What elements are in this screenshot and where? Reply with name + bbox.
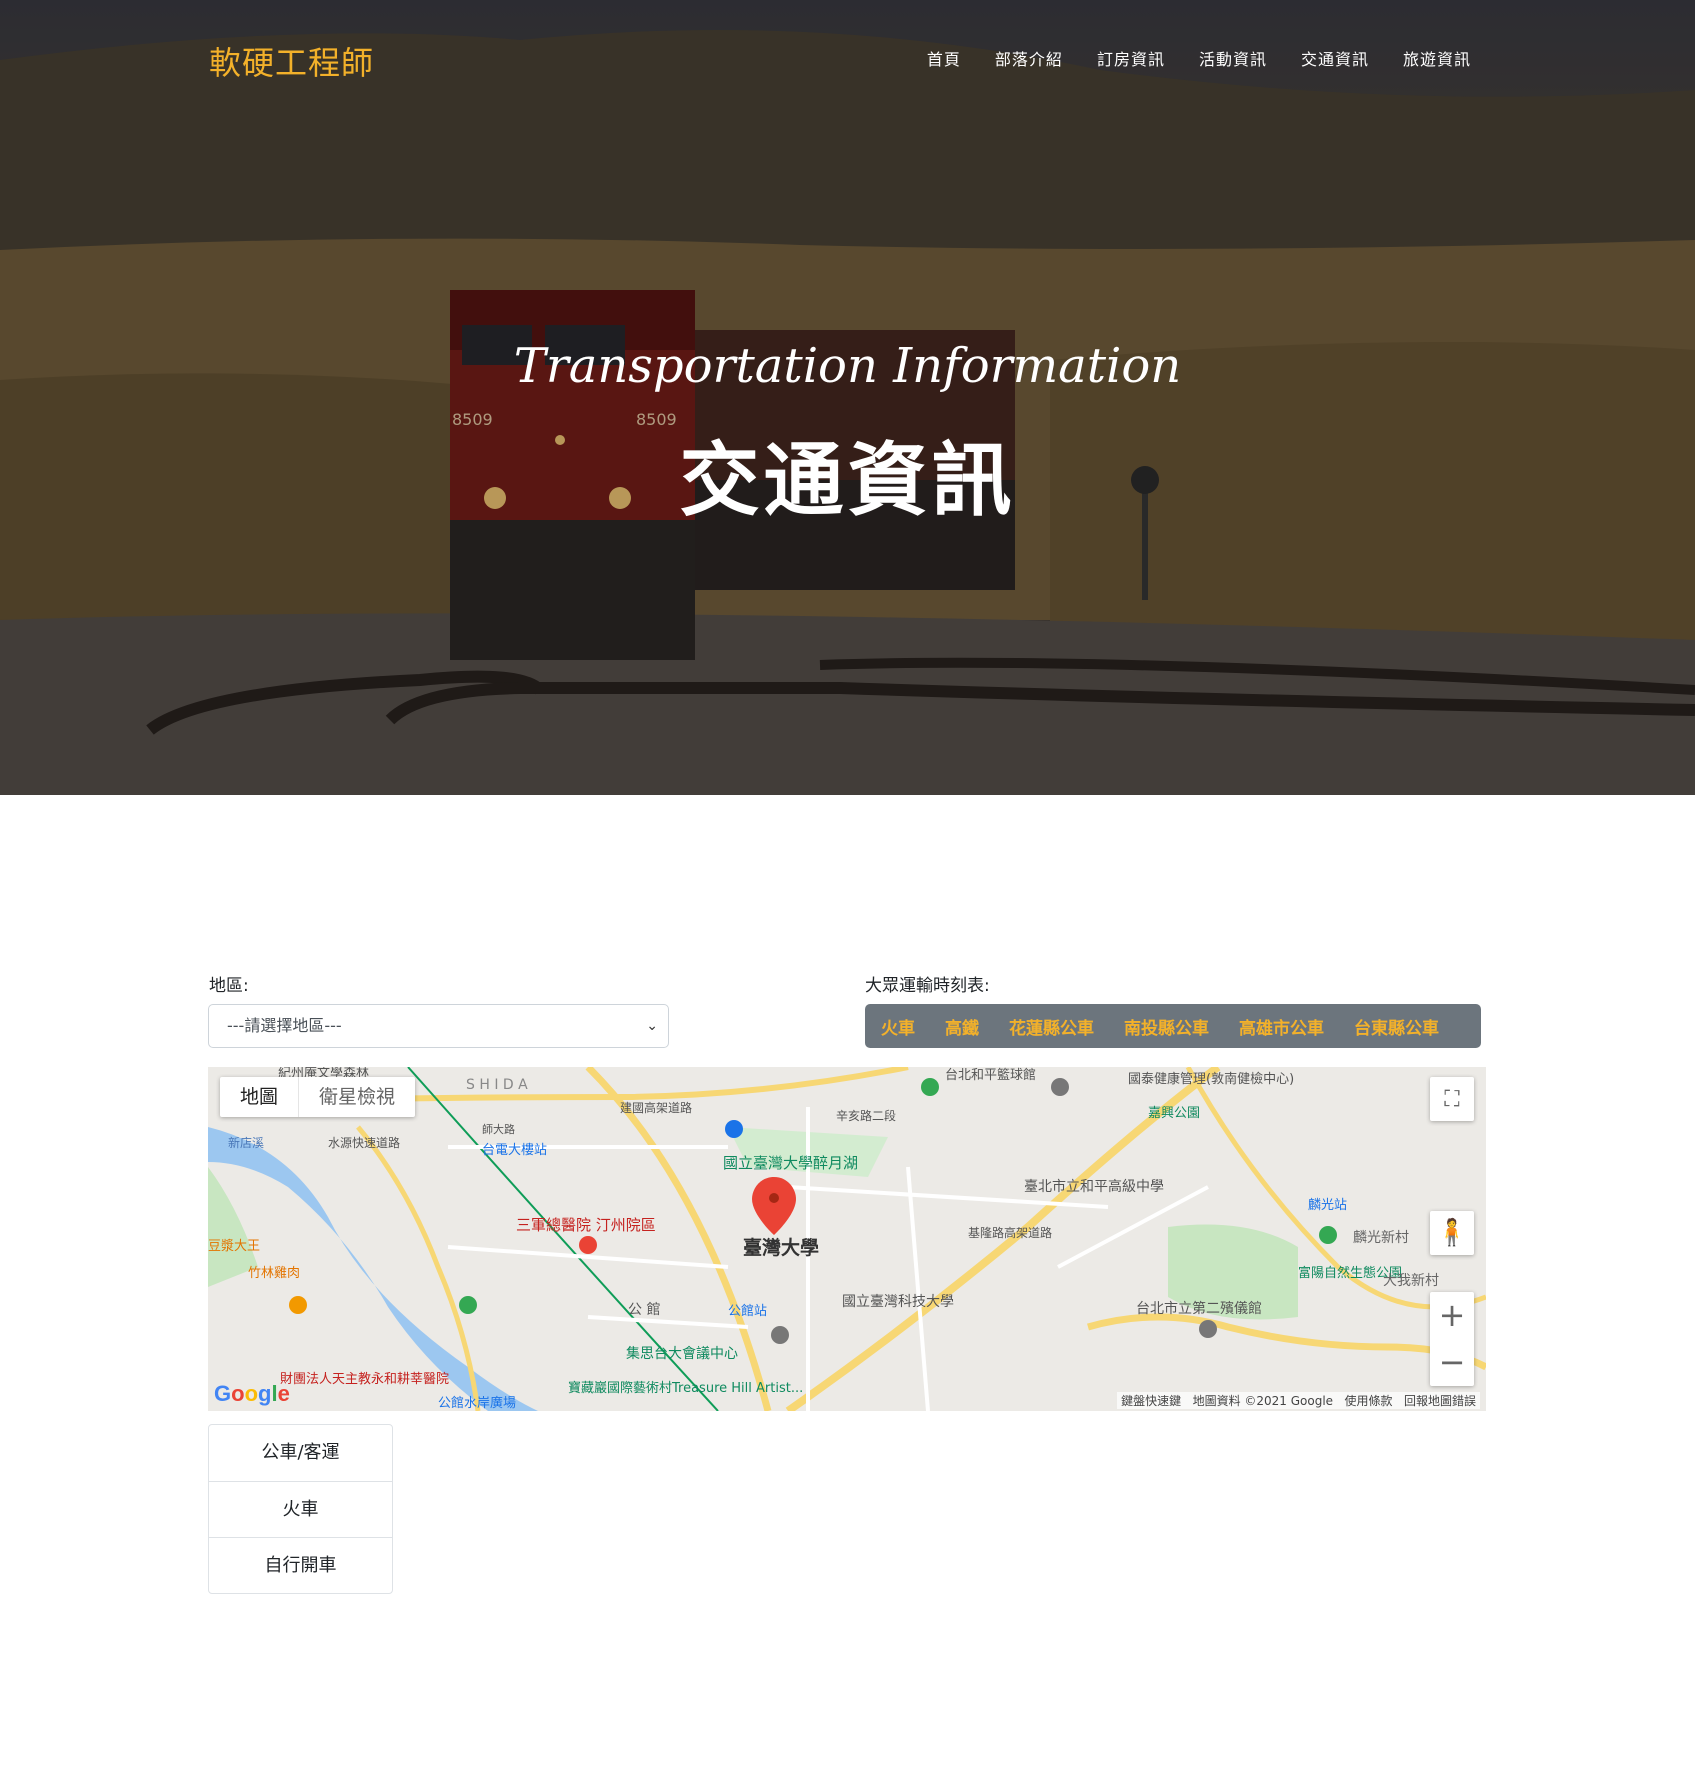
svg-text:大我新村: 大我新村 [1383,1273,1439,1289]
svg-text:寶藏巖國際藝術村Treasure Hill Artist..: 寶藏巖國際藝術村Treasure Hill Artist... [568,1380,803,1396]
google-logo[interactable]: Google [214,1381,290,1407]
region-select-value: ---請選擇地區--- [227,1016,342,1035]
map-type-roadmap[interactable]: 地圖 [220,1077,298,1117]
svg-text:麟光站: 麟光站 [1308,1197,1347,1213]
fullscreen-icon[interactable]: ⛶ [1430,1077,1474,1121]
zoom-out-button[interactable]: − [1430,1339,1474,1386]
pegman-icon[interactable]: 🧍 [1430,1211,1474,1255]
region-select[interactable]: ---請選擇地區--- ⌄ [208,1004,669,1048]
svg-text:台北和平籃球館: 台北和平籃球館 [945,1068,1036,1083]
svg-text:豆漿大王: 豆漿大王 [208,1239,260,1254]
nav-home[interactable]: 首頁 [927,46,961,70]
svg-text:公館站: 公館站 [728,1304,767,1319]
map-data-credit: 地圖資料 ©2021 Google [1192,1394,1334,1408]
zoom-control: + − [1430,1292,1474,1386]
svg-text:公館水岸廣場: 公館水岸廣場 [438,1396,516,1411]
svg-text:S H I D A: S H I D A [466,1077,528,1093]
hero-subtitle: Transportation Information [513,338,1182,394]
map-type-control: 地圖 衛星檢視 [220,1077,416,1117]
svg-text:師大路: 師大路 [482,1122,515,1136]
schedule-link-taitung-bus[interactable]: 台東縣公車 [1354,1014,1439,1039]
schedule-link-train[interactable]: 火車 [881,1014,915,1039]
svg-text:公 館: 公 館 [628,1301,660,1318]
brand-logo[interactable]: 軟硬工程師 [209,38,374,84]
map-tiles[interactable]: 臺灣大學 國立臺灣大學醉月湖 三軍總醫院 汀州院區 台電大樓站 公館站 公 館 … [208,1067,1486,1411]
svg-text:台電大樓站: 台電大樓站 [482,1143,547,1158]
svg-text:國立臺灣科技大學: 國立臺灣科技大學 [842,1294,954,1310]
svg-text:水源快速道路: 水源快速道路 [328,1135,400,1150]
svg-text:基隆路高架道路: 基隆路高架道路 [968,1225,1052,1240]
svg-text:國立臺灣大學醉月湖: 國立臺灣大學醉月湖 [723,1154,858,1172]
report-error-link[interactable]: 回報地圖錯誤 [1404,1394,1476,1408]
nav-transport[interactable]: 交通資訊 [1301,46,1369,70]
schedule-link-nantou-bus[interactable]: 南投縣公車 [1124,1014,1209,1039]
list-item-driving[interactable]: 自行開車 [209,1537,392,1593]
schedule-link-kaohsiung-bus[interactable]: 高雄市公車 [1239,1014,1324,1039]
svg-text:財團法人天主教永和耕莘醫院: 財團法人天主教永和耕莘醫院 [280,1371,449,1387]
schedule-links-bar: 火車 高鐵 花蓮縣公車 南投縣公車 高雄市公車 台東縣公車 [865,1004,1481,1048]
zoom-in-button[interactable]: + [1430,1292,1474,1339]
svg-text:建國高架道路: 建國高架道路 [620,1100,692,1115]
transport-mode-list: 公車/客運 火車 自行開車 [208,1424,393,1594]
svg-text:臺北市立和平高級中學: 臺北市立和平高級中學 [1024,1178,1164,1195]
terms-link[interactable]: 使用條款 [1345,1394,1393,1408]
nav-booking[interactable]: 訂房資訊 [1097,46,1165,70]
main-nav: 首頁 部落介紹 訂房資訊 活動資訊 交通資訊 旅遊資訊 [893,46,1471,70]
hero-overlay [0,0,1695,795]
svg-text:麟光新村: 麟光新村 [1353,1230,1409,1246]
nav-travel[interactable]: 旅遊資訊 [1403,46,1471,70]
chevron-down-icon: ⌄ [646,1018,658,1034]
map-attribution: 鍵盤快速鍵 地圖資料 ©2021 Google 使用條款 回報地圖錯誤 [1117,1392,1480,1409]
svg-text:新店溪: 新店溪 [228,1135,264,1150]
svg-text:辛亥路二段: 辛亥路二段 [836,1108,896,1123]
schedule-link-hualien-bus[interactable]: 花蓮縣公車 [1009,1014,1094,1039]
keyboard-shortcuts-link[interactable]: 鍵盤快速鍵 [1121,1394,1181,1408]
google-map[interactable]: 臺灣大學 國立臺灣大學醉月湖 三軍總醫院 汀州院區 台電大樓站 公館站 公 館 … [208,1067,1486,1411]
svg-text:臺灣大學: 臺灣大學 [743,1236,819,1259]
svg-text:國泰健康管理(敦南健檢中心): 國泰健康管理(敦南健檢中心) [1128,1071,1294,1087]
svg-text:三軍總醫院 汀州院區: 三軍總醫院 汀州院區 [516,1216,656,1234]
svg-text:竹林雞肉: 竹林雞肉 [248,1266,300,1281]
svg-text:集思台大會議中心: 集思台大會議中心 [626,1345,738,1362]
list-item-bus[interactable]: 公車/客運 [209,1425,392,1481]
hero-banner: 8509 8509 軟硬工程師 首頁 部落介紹 訂房資訊 活動資訊 交通資訊 旅… [0,0,1695,795]
schedule-label: 大眾運輸時刻表: [865,976,990,996]
schedule-link-hsr[interactable]: 高鐵 [945,1014,979,1039]
nav-events[interactable]: 活動資訊 [1199,46,1267,70]
nav-about[interactable]: 部落介紹 [995,46,1063,70]
list-item-train[interactable]: 火車 [209,1481,392,1537]
hero-title: 交通資訊 [679,434,1016,527]
svg-text:嘉興公園: 嘉興公園 [1148,1106,1200,1121]
svg-text:台北市立第二殯儀館: 台北市立第二殯儀館 [1136,1300,1262,1317]
map-type-satellite[interactable]: 衛星檢視 [298,1077,415,1117]
region-label: 地區: [209,976,249,996]
